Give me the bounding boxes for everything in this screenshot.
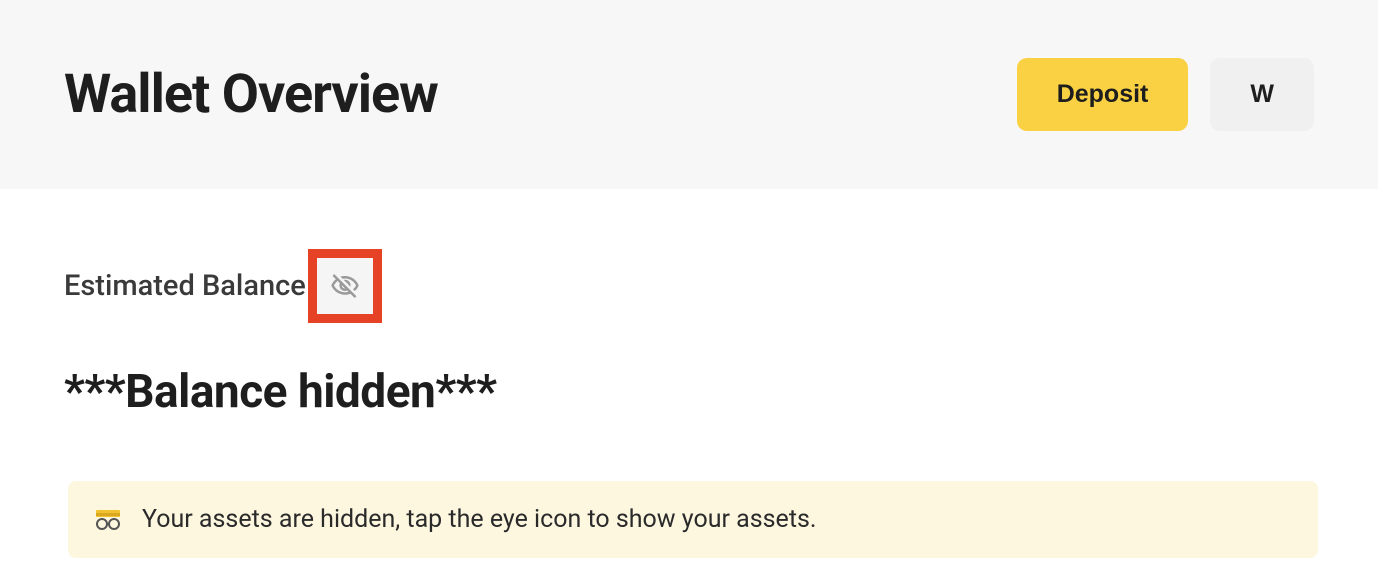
- content-area: Estimated Balance ***Balance hidden*** Y…: [0, 189, 1378, 558]
- balance-label-row: Estimated Balance: [64, 249, 1314, 323]
- notice-text: Your assets are hidden, tap the eye icon…: [142, 505, 817, 534]
- eye-hidden-icon: [330, 271, 360, 301]
- balance-value: ***Balance hidden***: [64, 365, 1314, 419]
- deposit-button[interactable]: Deposit: [1017, 58, 1189, 131]
- page-header: Wallet Overview Deposit W: [0, 0, 1378, 189]
- hidden-assets-notice: Your assets are hidden, tap the eye icon…: [68, 481, 1318, 558]
- toggle-balance-visibility-button[interactable]: [317, 258, 373, 314]
- secondary-button[interactable]: W: [1210, 58, 1314, 131]
- balance-label: Estimated Balance: [64, 269, 306, 303]
- hidden-icon: [94, 508, 122, 532]
- header-buttons: Deposit W: [1017, 58, 1314, 131]
- eye-toggle-highlight: [308, 249, 382, 323]
- page-title: Wallet Overview: [64, 63, 438, 126]
